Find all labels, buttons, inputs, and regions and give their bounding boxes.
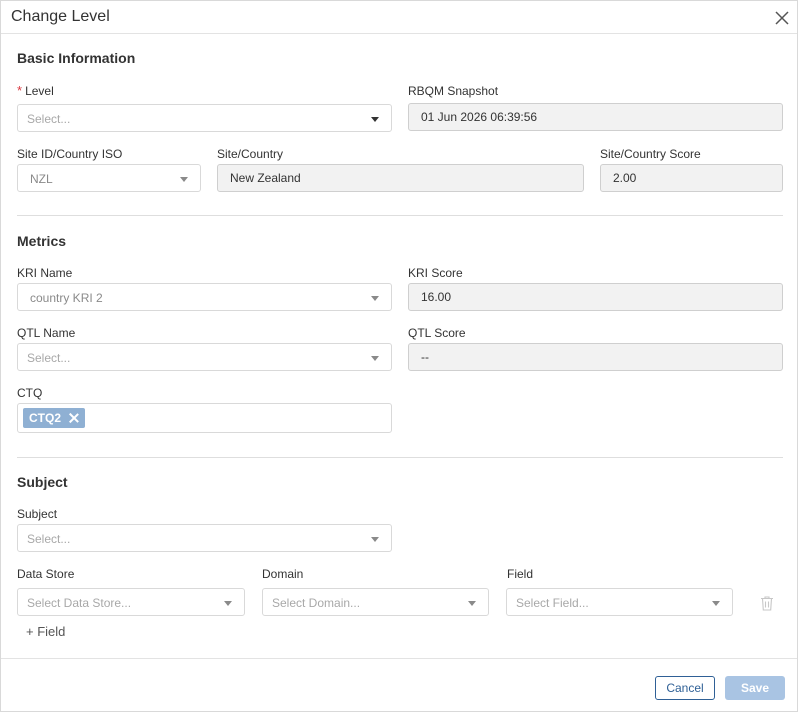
section-subject-title: Subject (17, 474, 68, 490)
snapshot-field: 01 Jun 2026 06:39:56 (408, 103, 783, 131)
section-basic-title: Basic Information (17, 50, 136, 66)
level-placeholder: Select... (27, 112, 71, 126)
site-id-label: Site ID/Country ISO (17, 147, 123, 161)
save-button[interactable]: Save (725, 676, 785, 700)
subject-select[interactable]: Select... (17, 524, 392, 552)
site-country-label: Site/Country (217, 147, 284, 161)
chevron-down-icon (468, 601, 476, 606)
subject-placeholder: Select... (27, 532, 71, 546)
site-country-field: New Zealand (217, 164, 584, 192)
change-level-dialog: Change Level Basic Information * Level Se… (0, 0, 798, 712)
dialog-title: Change Level (11, 8, 110, 25)
chevron-down-icon (224, 601, 232, 606)
qtl-name-select[interactable]: Select... (17, 343, 392, 371)
chevron-down-icon (371, 537, 379, 542)
qtl-score-field: -- (408, 343, 783, 371)
level-label: * Level (17, 83, 54, 98)
site-score-label: Site/Country Score (600, 147, 701, 161)
site-country-value: New Zealand (230, 171, 301, 185)
kri-score-field: 16.00 (408, 283, 783, 311)
chevron-down-icon (371, 296, 379, 301)
chevron-down-icon (180, 177, 188, 182)
data-store-placeholder: Select Data Store... (27, 596, 132, 610)
domain-label: Domain (262, 567, 304, 581)
chevron-down-icon (371, 117, 379, 122)
ctq-tag-label: CTQ2 (29, 411, 62, 425)
kri-name-select[interactable]: country KRI 2 (17, 283, 392, 311)
dialog-header: Change Level (1, 1, 797, 34)
qtl-name-placeholder: Select... (27, 351, 71, 365)
subject-label: Subject (17, 507, 58, 521)
field-placeholder: Select Field... (516, 596, 589, 610)
snapshot-label: RBQM Snapshot (408, 84, 499, 98)
qtl-score-value: -- (421, 350, 429, 364)
level-select[interactable]: Select... (17, 104, 392, 132)
qtl-score-label: QTL Score (408, 326, 466, 340)
qtl-name-label: QTL Name (17, 326, 76, 340)
site-score-field: 2.00 (600, 164, 783, 192)
site-score-value: 2.00 (613, 171, 637, 185)
cancel-button[interactable]: Cancel (655, 676, 715, 700)
kri-score-value: 16.00 (421, 290, 452, 304)
add-field-button[interactable]: + Field (26, 624, 65, 639)
kri-name-label: KRI Name (17, 266, 73, 280)
field-label: Field (507, 567, 534, 581)
domain-select[interactable]: Select Domain... (262, 588, 489, 616)
section-divider (17, 215, 783, 216)
kri-name-value: country KRI 2 (30, 291, 103, 305)
footer-divider (1, 658, 797, 659)
ctq-tag: CTQ2 (23, 408, 86, 428)
field-select[interactable]: Select Field... (506, 588, 733, 616)
ctq-multiselect[interactable]: CTQ2 (17, 403, 392, 433)
ctq-label: CTQ (17, 386, 43, 400)
site-id-select[interactable]: NZL (17, 164, 201, 192)
chevron-down-icon (371, 356, 379, 361)
level-label-text: Level (25, 84, 54, 98)
close-icon[interactable] (69, 413, 79, 423)
section-metrics-title: Metrics (17, 233, 67, 249)
section-divider (17, 457, 783, 458)
snapshot-value: 01 Jun 2026 06:39:56 (421, 110, 538, 124)
data-store-select[interactable]: Select Data Store... (17, 588, 245, 616)
trash-icon[interactable] (760, 595, 774, 611)
required-marker: * (17, 83, 23, 98)
chevron-down-icon (712, 601, 720, 606)
close-icon[interactable] (774, 10, 790, 26)
kri-score-label: KRI Score (408, 266, 463, 280)
data-store-label: Data Store (17, 567, 75, 581)
site-id-value: NZL (30, 172, 53, 186)
domain-placeholder: Select Domain... (272, 596, 361, 610)
